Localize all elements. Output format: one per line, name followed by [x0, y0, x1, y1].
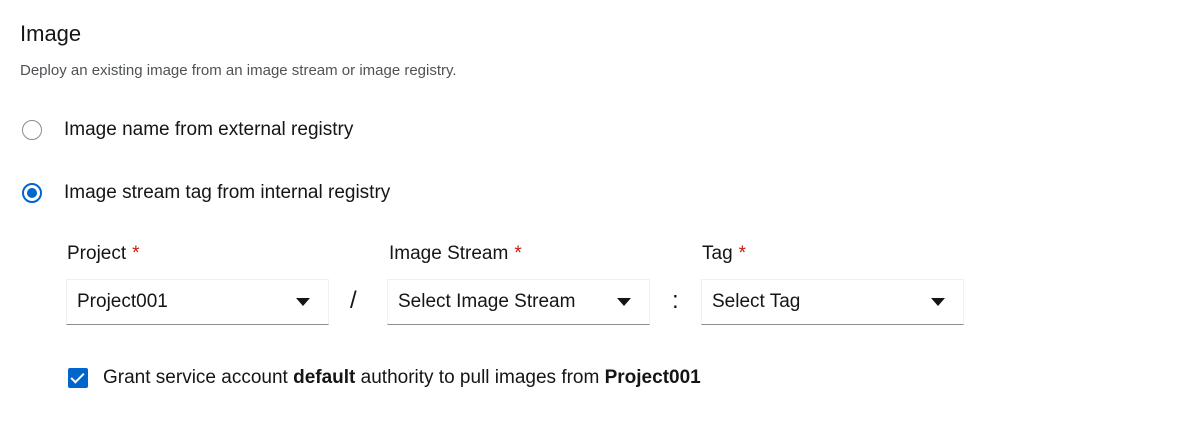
- grant-pull-checkbox[interactable]: [68, 368, 88, 388]
- project-select-value: Project001: [77, 291, 168, 312]
- radio-label-external-registry: Image name from external registry: [64, 119, 354, 140]
- image-section-description: Deploy an existing image from an image s…: [20, 62, 457, 79]
- tag-select[interactable]: Select Tag: [701, 279, 964, 325]
- service-account-name: default: [293, 367, 356, 388]
- grant-middle-text: authority to pull images from: [360, 367, 600, 388]
- required-marker: *: [738, 243, 747, 264]
- tag-label: Tag *: [702, 242, 746, 266]
- colon-separator: :: [672, 287, 679, 314]
- caret-down-icon: [296, 298, 310, 306]
- project-select[interactable]: Project001: [66, 279, 329, 325]
- radio-button-checked[interactable]: [22, 183, 42, 203]
- grant-pull-label: Grant service account default authority …: [103, 366, 701, 390]
- tag-select-value: Select Tag: [712, 291, 801, 312]
- tag-label-text: Tag: [702, 243, 733, 264]
- radio-label-internal-registry: Image stream tag from internal registry: [64, 182, 391, 203]
- required-marker: *: [132, 243, 140, 264]
- project-label-text: Project: [67, 243, 127, 264]
- radio-internal-registry[interactable]: Image stream tag from internal registry: [22, 181, 390, 205]
- image-stream-label: Image Stream *: [389, 242, 522, 266]
- image-stream-select-value: Select Image Stream: [398, 291, 576, 312]
- grant-pull-checkbox-row[interactable]: Grant service account default authority …: [68, 366, 701, 390]
- slash-separator: /: [350, 287, 357, 314]
- image-stream-label-text: Image Stream: [389, 243, 509, 264]
- required-marker: *: [514, 243, 522, 264]
- caret-down-icon: [617, 298, 631, 306]
- image-section-title: Image: [20, 21, 82, 46]
- radio-external-registry[interactable]: Image name from external registry: [22, 118, 353, 142]
- project-label: Project *: [67, 242, 140, 266]
- grant-prefix-text: Grant service account: [103, 367, 288, 388]
- caret-down-icon: [931, 298, 945, 306]
- grant-project-name: Project001: [604, 367, 701, 388]
- image-stream-select[interactable]: Select Image Stream: [387, 279, 650, 325]
- radio-button-unchecked[interactable]: [22, 120, 42, 140]
